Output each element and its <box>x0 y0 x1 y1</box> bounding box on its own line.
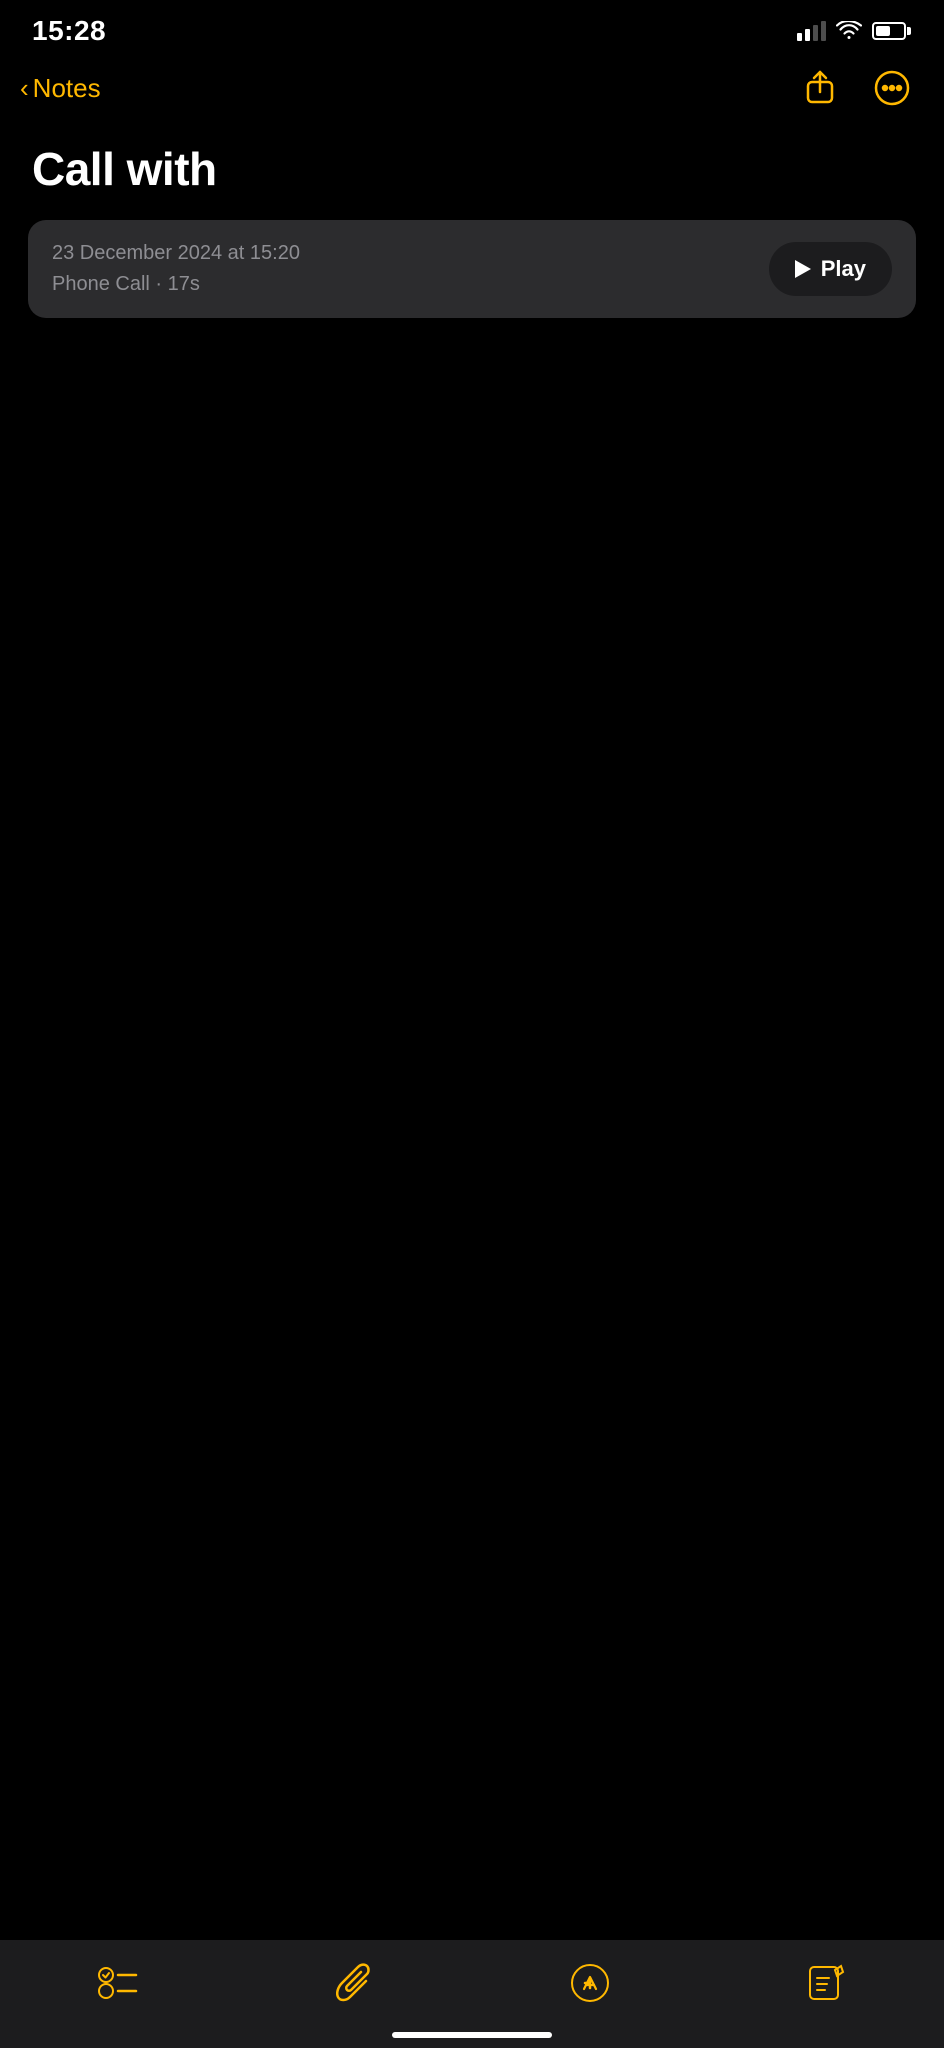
audio-recording-card: 23 December 2024 at 15:20 Phone Call · 1… <box>28 220 916 318</box>
audio-type: Phone Call · 17s <box>52 273 300 296</box>
wifi-icon <box>836 21 862 41</box>
home-indicator <box>392 2032 552 2038</box>
compose-button[interactable] <box>560 1958 620 2008</box>
play-button[interactable]: Play <box>769 242 892 296</box>
note-title[interactable]: Call with <box>32 142 912 196</box>
checklist-button[interactable] <box>88 1958 148 2008</box>
play-icon <box>795 260 811 278</box>
back-label: Notes <box>33 73 101 104</box>
battery-icon <box>872 21 912 41</box>
back-chevron-icon: ‹ <box>20 75 29 101</box>
play-label: Play <box>821 256 866 282</box>
new-note-button[interactable] <box>796 1958 856 2008</box>
note-title-section: Call with <box>0 126 944 220</box>
status-bar: 15:28 <box>0 0 944 56</box>
audio-date: 23 December 2024 at 15:20 <box>52 242 300 265</box>
nav-bar: ‹ Notes <box>0 56 944 126</box>
note-content: 23 December 2024 at 15:20 Phone Call · 1… <box>0 220 944 318</box>
audio-info: 23 December 2024 at 15:20 Phone Call · 1… <box>52 242 300 296</box>
more-button[interactable] <box>868 64 916 112</box>
status-icons <box>797 21 912 41</box>
nav-actions <box>796 64 916 112</box>
share-button[interactable] <box>796 64 844 112</box>
attach-button[interactable] <box>324 1958 384 2008</box>
back-button[interactable]: ‹ Notes <box>20 73 101 104</box>
signal-icon <box>797 21 826 41</box>
status-time: 15:28 <box>32 15 106 47</box>
